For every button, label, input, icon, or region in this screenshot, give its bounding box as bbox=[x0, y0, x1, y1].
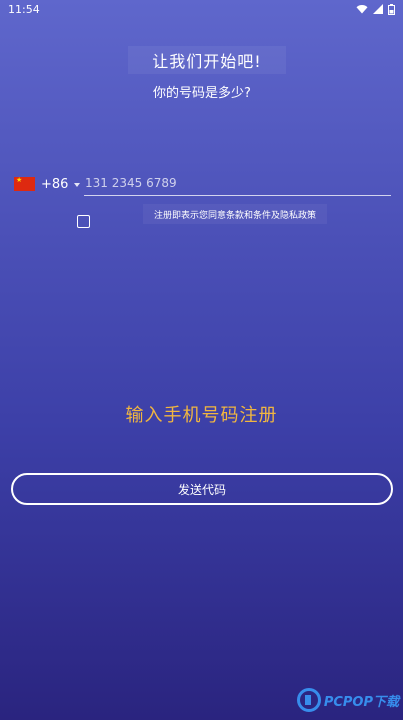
send-code-label: 发送代码 bbox=[177, 482, 226, 497]
status-icons bbox=[356, 3, 395, 15]
watermark-text: PCPOP下载 bbox=[323, 694, 399, 710]
chevron-down-icon bbox=[74, 183, 81, 187]
phone-row: +86 bbox=[14, 172, 392, 196]
country-code-selector[interactable]: +86 bbox=[14, 172, 81, 196]
terms-container: 注册即表示您同意条款和条件及隐私政策 bbox=[143, 204, 327, 224]
watermark-logo-icon bbox=[296, 688, 321, 712]
wifi-icon bbox=[356, 5, 368, 14]
china-flag-icon bbox=[14, 176, 35, 191]
page-subtitle: 你的号码是多少? bbox=[153, 85, 251, 101]
phone-number-input[interactable] bbox=[84, 172, 391, 196]
signal-icon bbox=[373, 4, 383, 14]
watermark: PCPOP下载 bbox=[296, 688, 399, 712]
battery-icon bbox=[388, 3, 395, 15]
terms-checkbox[interactable] bbox=[77, 215, 90, 228]
overlay-caption: 输入手机号码注册 bbox=[125, 405, 278, 426]
subtitle-container: 你的号码是多少? bbox=[138, 80, 266, 102]
send-code-button[interactable]: 发送代码 bbox=[11, 473, 393, 505]
status-time: 11:54 bbox=[8, 2, 40, 16]
terms-text[interactable]: 注册即表示您同意条款和条件及隐私政策 bbox=[154, 208, 316, 221]
status-bar: 11:54 bbox=[0, 0, 403, 18]
dial-code: +86 bbox=[41, 176, 69, 192]
title-container: 让我们开始吧! bbox=[128, 46, 286, 74]
page-title: 让我们开始吧! bbox=[152, 52, 262, 71]
